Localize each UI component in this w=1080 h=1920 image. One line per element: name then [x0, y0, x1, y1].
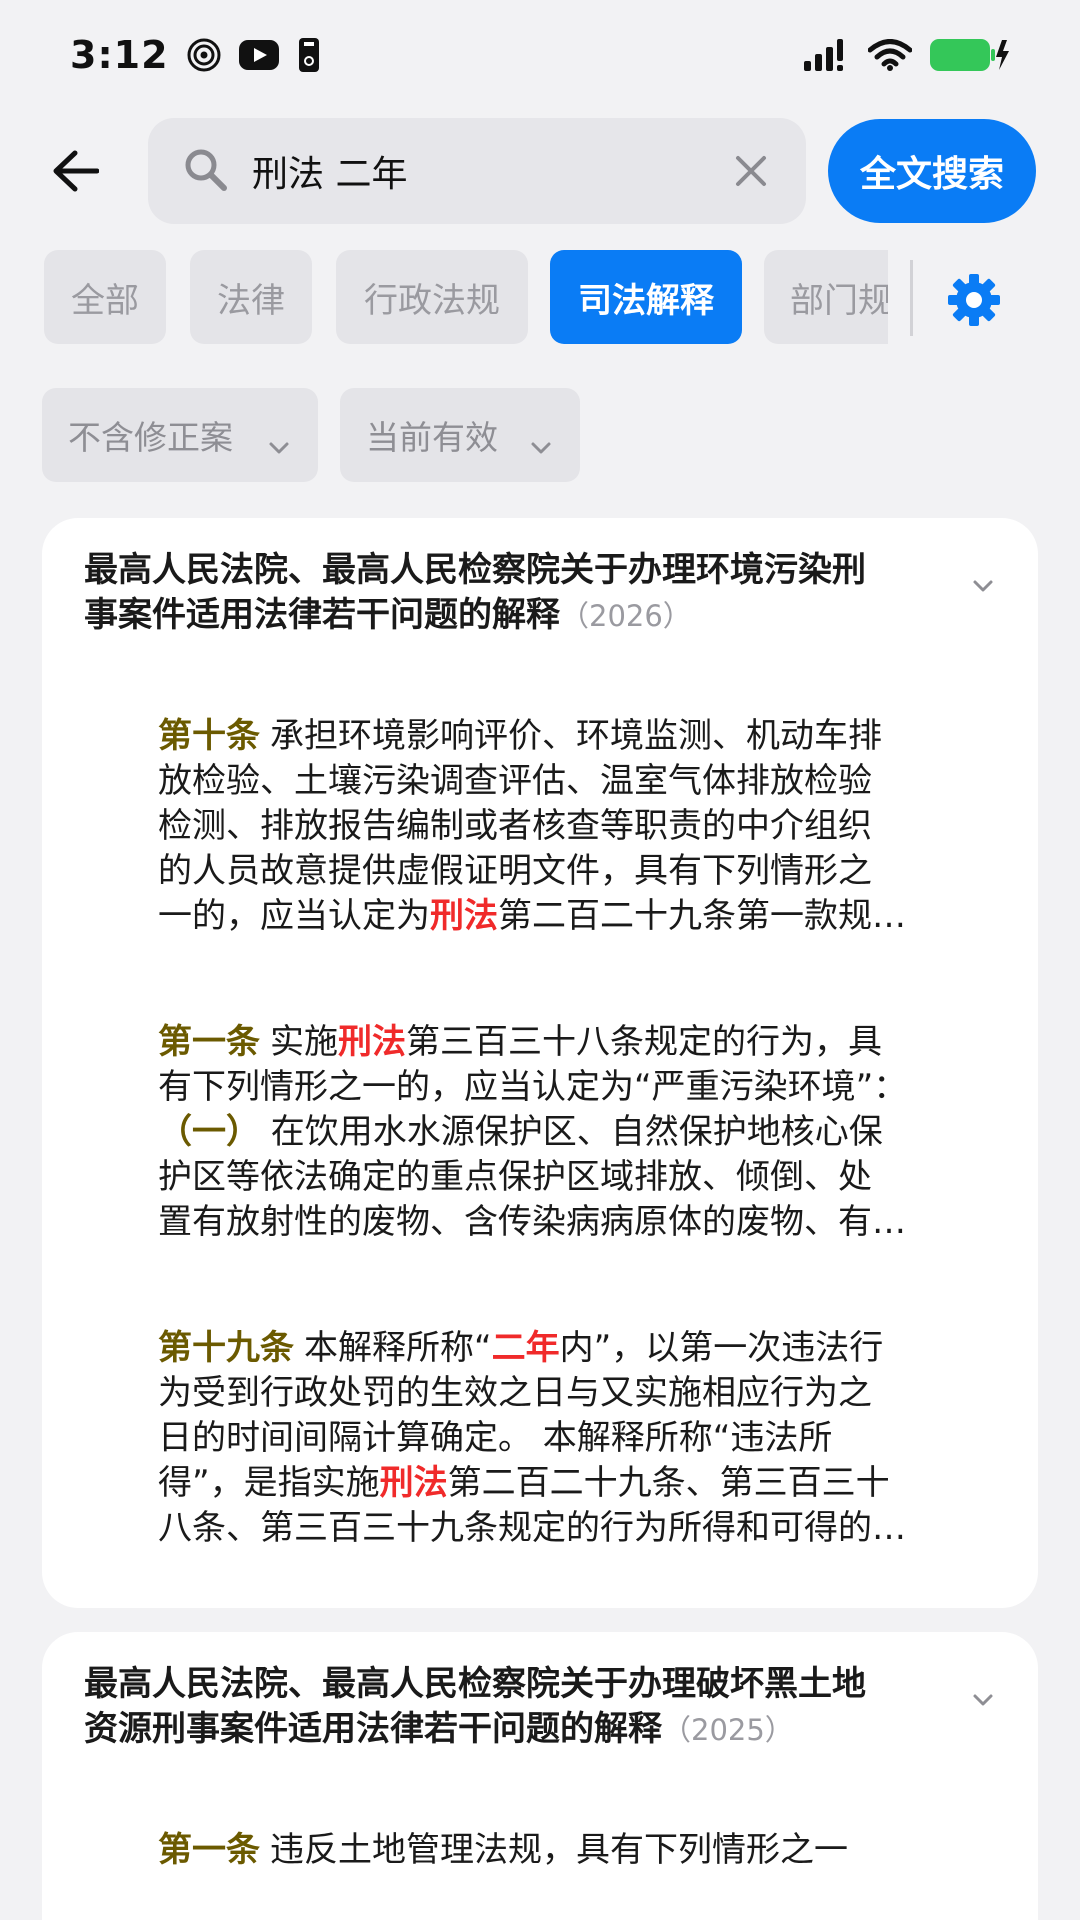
- tab-all[interactable]: 全部: [44, 250, 166, 344]
- filters-row: 不含修正案 当前有效: [0, 388, 1080, 482]
- card-title-text: 资源刑事案件适用法律若干问题的解释: [84, 1709, 662, 1749]
- article-line: 第一条 违反土地管理法规，具有下列情形之一: [158, 1828, 994, 1873]
- card-title-text: 事案件适用法律若干问题的解释: [84, 595, 560, 635]
- result-card[interactable]: 最高人民法院、最高人民检察院关于办理破坏黑土地 资源刑事案件适用法律若干问题的解…: [42, 1632, 1038, 1920]
- tabs-scroll[interactable]: 全部 法律 行政法规 司法解释 部门规: [44, 250, 888, 346]
- battery-charging-icon: [930, 38, 1010, 72]
- article-text: 第二百二十九条第一款规…: [498, 896, 906, 936]
- card-year: （2026）: [560, 599, 692, 633]
- chevron-down-icon: [530, 424, 552, 463]
- card-year: （2025）: [662, 1713, 794, 1747]
- article-line: 八条、第三百三十九条规定的行为所得和可得的…: [158, 1506, 994, 1551]
- article-text: 违反土地管理法规，具有下列情形之一: [270, 1830, 848, 1870]
- article-text: 检测、排放报告编制或者核查等职责的中介组织: [158, 806, 872, 846]
- settings-button[interactable]: [946, 272, 1002, 328]
- status-time: 3:12: [70, 33, 169, 77]
- article-line: 护区等依法确定的重点保护区域排放、倾倒、处: [158, 1155, 994, 1200]
- article-number: 第一条: [158, 1022, 260, 1062]
- item-marker: （一）: [158, 1112, 260, 1152]
- search-row: 全文搜索: [0, 118, 1080, 224]
- category-tabs: 全部 法律 行政法规 司法解释 部门规: [0, 250, 1080, 346]
- article-line: 一的，应当认定为刑法第二百二十九条第一款规…: [158, 894, 994, 939]
- article-line: 第十条 承担环境影响评价、环境监测、机动车排: [158, 714, 994, 759]
- filter-validity-label: 当前有效: [366, 418, 498, 457]
- article-text: 放检验、土壤污染调查评估、温室气体排放检验: [158, 761, 872, 801]
- article-text: 本解释所称“: [304, 1328, 492, 1368]
- screen: 3:12 刑法 二年 全文搜索 全部 法律 行政法规 司法解释 部门规 不含修正…: [0, 0, 1080, 1920]
- keyword-highlight: 刑法: [430, 896, 498, 936]
- chevron-down-icon: [268, 424, 290, 463]
- article-text: 承担环境影响评价、环境监测、机动车排: [270, 716, 882, 756]
- article-text: 有下列情形之一的，应当认定为“严重污染环境”：: [158, 1067, 908, 1107]
- search-input[interactable]: [252, 142, 722, 200]
- sim-icon: [297, 37, 321, 73]
- search-box[interactable]: [148, 118, 806, 224]
- article-text: 第三百三十八条规定的行为，具: [406, 1022, 882, 1062]
- article-text: 内”，以第一次违法行: [559, 1328, 884, 1368]
- card-title-line: 最高人民法院、最高人民检察院关于办理环境污染刑: [84, 550, 866, 590]
- article-text: 在饮用水水源保护区、自然保护地核心保: [260, 1112, 883, 1152]
- keyword-highlight: 二年: [491, 1328, 560, 1368]
- article-text: 一的，应当认定为: [158, 896, 430, 936]
- article-text: 护区等依法确定的重点保护区域排放、倾倒、处: [158, 1157, 872, 1197]
- article-line: 日的时间间隔计算确定。 本解释所称“违法所: [158, 1416, 994, 1461]
- article-text: 日的时间间隔计算确定。 本解释所称“违法所: [158, 1418, 833, 1458]
- tab-department-rules[interactable]: 部门规: [764, 250, 888, 344]
- card-title[interactable]: 最高人民法院、最高人民检察院关于办理环境污染刑 事案件适用法律若干问题的解释（2…: [84, 548, 934, 639]
- article-line: 放检验、土壤污染调查评估、温室气体排放检验: [158, 759, 994, 804]
- keyword-highlight: 刑法: [379, 1463, 448, 1503]
- tabs-divider: [910, 260, 913, 336]
- youtube-icon: [238, 40, 279, 70]
- article-excerpt[interactable]: 第一条 实施刑法第三百三十八条规定的行为，具 有下列情形之一的，应当认定为“严重污染…: [158, 1020, 994, 1245]
- filter-amendment-label: 不含修正案: [68, 418, 233, 457]
- result-card[interactable]: 最高人民法院、最高人民检察院关于办理环境污染刑 事案件适用法律若干问题的解释（2…: [42, 518, 1038, 1608]
- tab-judicial-interpretation[interactable]: 司法解释: [550, 250, 742, 344]
- spiral-icon: [187, 38, 221, 72]
- card-title-line: 最高人民法院、最高人民检察院关于办理破坏黑土地: [84, 1664, 866, 1704]
- article-line: 检测、排放报告编制或者核查等职责的中介组织: [158, 804, 994, 849]
- article-number: 第十条: [158, 716, 260, 756]
- chevron-down-icon[interactable]: [972, 1692, 994, 1711]
- article-line: 的人员故意提供虚假证明文件，具有下列情形之: [158, 849, 994, 894]
- cellular-signal-icon: [804, 39, 850, 71]
- status-right: [804, 38, 1010, 72]
- article-line: 第一条 实施刑法第三百三十八条规定的行为，具: [158, 1020, 994, 1065]
- status-left: 3:12: [70, 33, 321, 77]
- gear-icon: [948, 274, 1000, 326]
- article-line: 第十九条 本解释所称“二年内”，以第一次违法行: [158, 1326, 994, 1371]
- article-line: 置有放射性的废物、含传染病病原体的废物、有…: [158, 1200, 994, 1245]
- article-excerpt[interactable]: 第一条 违反土地管理法规，具有下列情形之一: [158, 1828, 994, 1873]
- search-icon: [184, 148, 228, 196]
- fulltext-search-button[interactable]: 全文搜索: [828, 119, 1036, 223]
- status-bar: 3:12: [0, 0, 1080, 110]
- filter-amendment[interactable]: 不含修正案: [42, 388, 318, 482]
- article-text: 第二百二十九条、第三百三十: [447, 1463, 890, 1503]
- clear-search-icon[interactable]: [734, 154, 768, 192]
- tab-law[interactable]: 法律: [190, 250, 312, 344]
- card-title-line: 资源刑事案件适用法律若干问题的解释（2025）: [84, 1707, 934, 1753]
- article-text: 为受到行政处罚的生效之日与又实施相应行为之: [158, 1373, 872, 1413]
- keyword-highlight: 刑法: [338, 1022, 406, 1062]
- card-title[interactable]: 最高人民法院、最高人民检察院关于办理破坏黑土地 资源刑事案件适用法律若干问题的解…: [84, 1662, 934, 1753]
- article-line: 得”，是指实施刑法第二百二十九条、第三百三十: [158, 1461, 994, 1506]
- article-number: 第十九条: [158, 1328, 294, 1368]
- article-text: 八条、第三百三十九条规定的行为所得和可得的…: [158, 1508, 906, 1548]
- article-text: 实施: [270, 1022, 338, 1062]
- article-text: 得”，是指实施: [158, 1463, 380, 1503]
- article-text: 置有放射性的废物、含传染病病原体的废物、有…: [158, 1202, 906, 1242]
- article-excerpt[interactable]: 第十九条 本解释所称“二年内”，以第一次违法行 为受到行政处罚的生效之日与又实施相应…: [158, 1326, 994, 1551]
- wifi-icon: [868, 39, 912, 71]
- article-excerpt[interactable]: 第十条 承担环境影响评价、环境监测、机动车排 放检验、土壤污染调查评估、温室气体排放…: [158, 714, 994, 939]
- back-button[interactable]: [40, 136, 110, 206]
- filter-validity[interactable]: 当前有效: [340, 388, 580, 482]
- article-line: （一） 在饮用水水源保护区、自然保护地核心保: [158, 1110, 994, 1155]
- card-title-line: 事案件适用法律若干问题的解释（2026）: [84, 593, 934, 639]
- back-arrow-icon: [53, 150, 99, 192]
- article-number: 第一条: [158, 1830, 260, 1870]
- chevron-down-icon[interactable]: [972, 578, 994, 597]
- tab-admin-regulations[interactable]: 行政法规: [336, 250, 528, 344]
- article-line: 有下列情形之一的，应当认定为“严重污染环境”：: [158, 1065, 994, 1110]
- article-line: 为受到行政处罚的生效之日与又实施相应行为之: [158, 1371, 994, 1416]
- article-text: 的人员故意提供虚假证明文件，具有下列情形之: [158, 851, 872, 891]
